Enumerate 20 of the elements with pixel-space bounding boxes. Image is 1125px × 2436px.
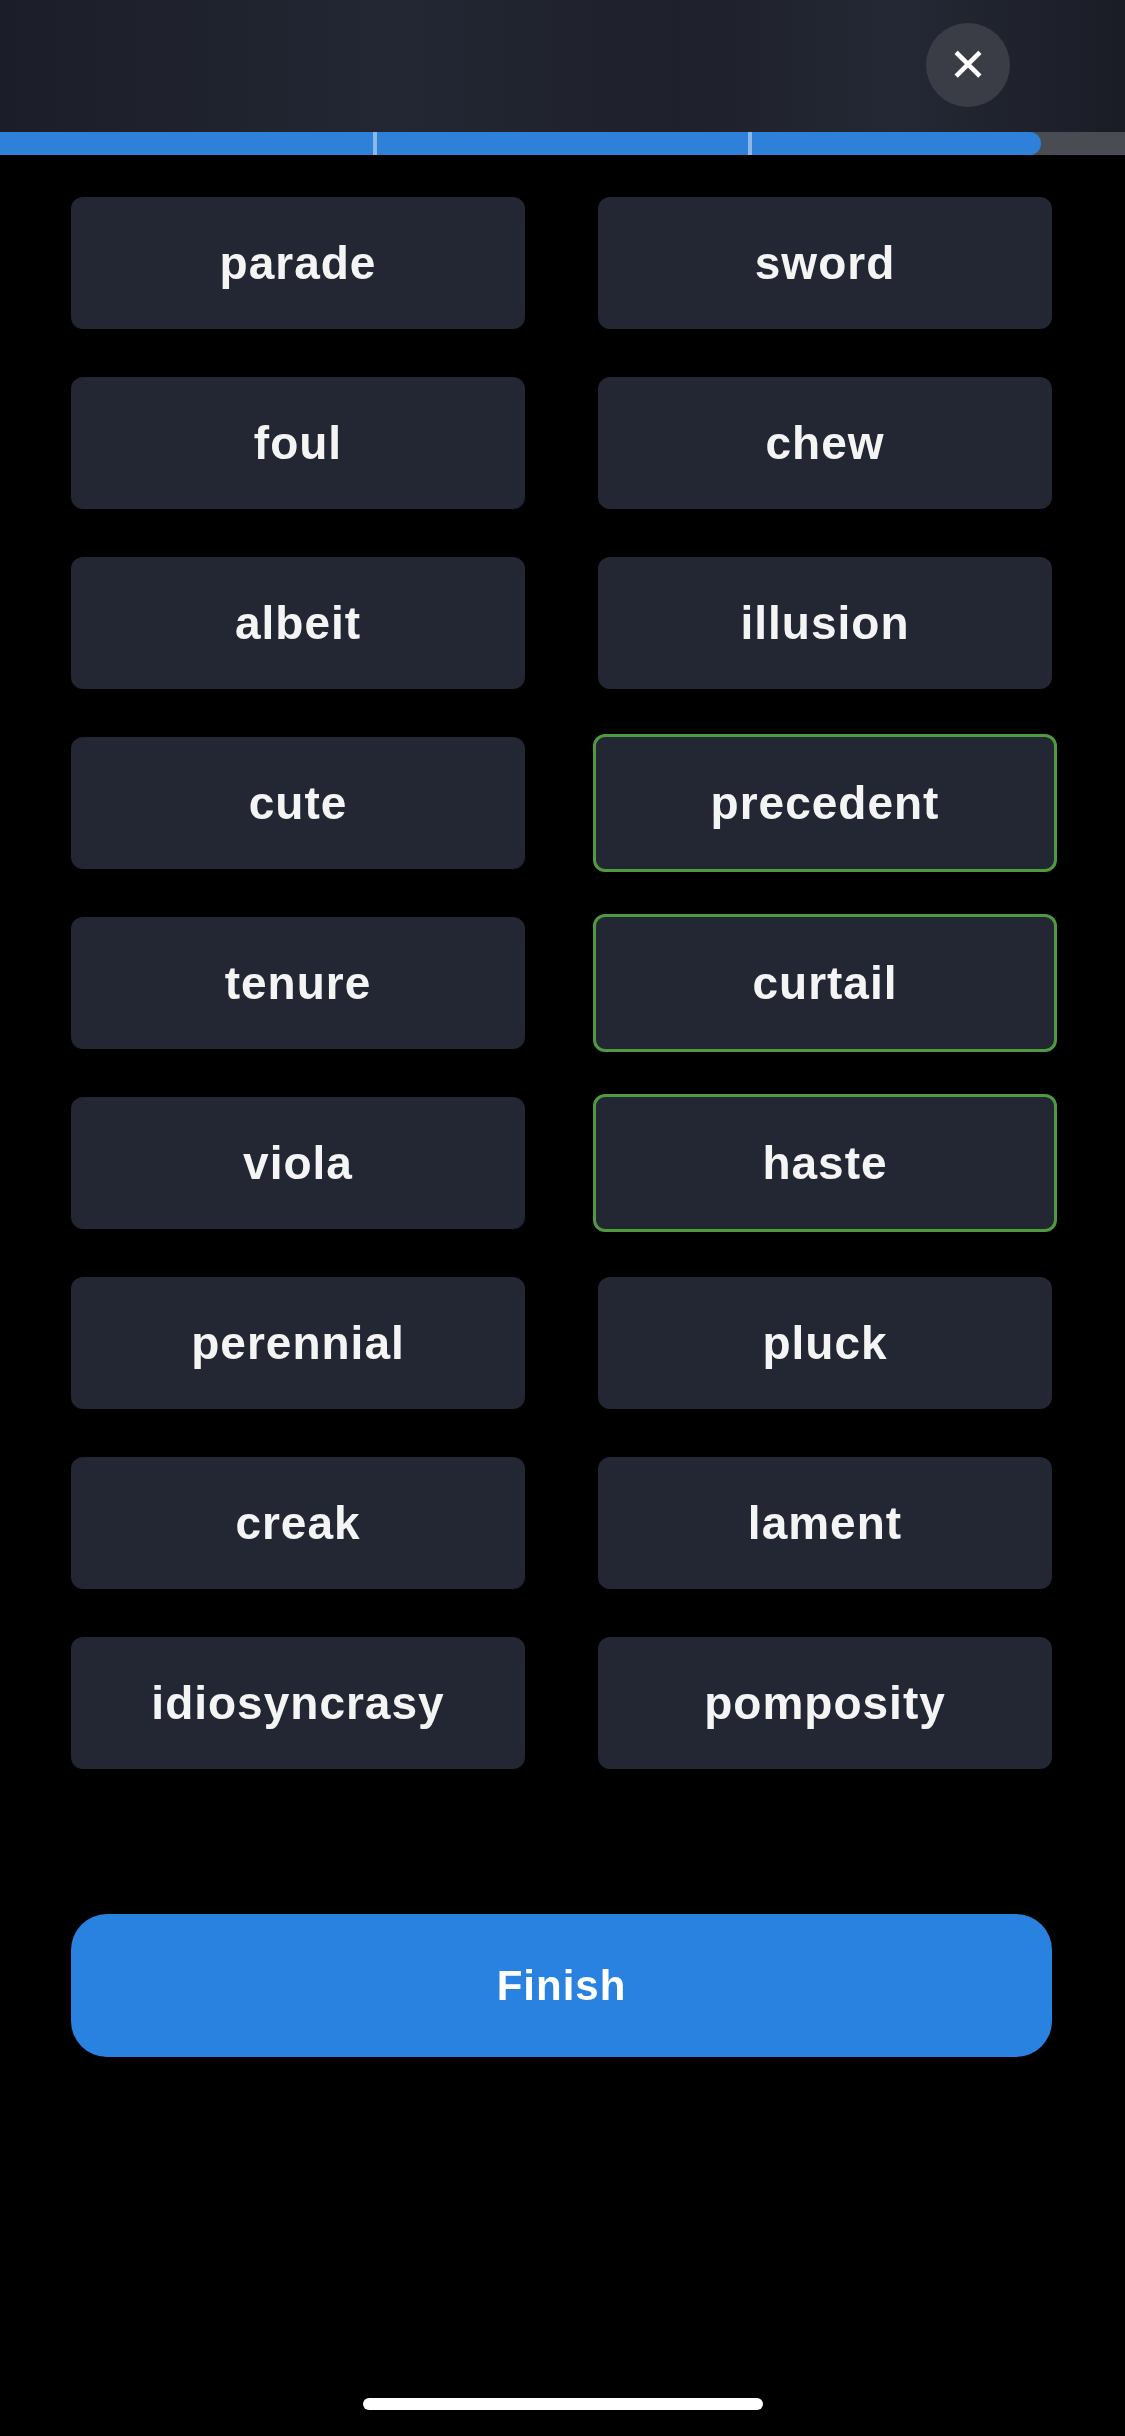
close-button[interactable]: ✕	[926, 23, 1010, 107]
word-card[interactable]: albeit	[71, 557, 525, 689]
word-card[interactable]: tenure	[71, 917, 525, 1049]
word-card[interactable]: cute	[71, 737, 525, 869]
word-card[interactable]: sword	[598, 197, 1052, 329]
word-card[interactable]: lament	[598, 1457, 1052, 1589]
word-card[interactable]: curtail	[593, 914, 1057, 1052]
finish-button[interactable]: Finish	[71, 1914, 1052, 2057]
word-card[interactable]: idiosyncrasy	[71, 1637, 525, 1769]
word-card[interactable]: chew	[598, 377, 1052, 509]
word-card[interactable]: perennial	[71, 1277, 525, 1409]
word-card[interactable]: pluck	[598, 1277, 1052, 1409]
word-card[interactable]: foul	[71, 377, 525, 509]
word-card[interactable]: viola	[71, 1097, 525, 1229]
word-card[interactable]: haste	[593, 1094, 1057, 1232]
word-card[interactable]: parade	[71, 197, 525, 329]
word-card[interactable]: precedent	[593, 734, 1057, 872]
word-card[interactable]: pomposity	[598, 1637, 1052, 1769]
word-card[interactable]: creak	[71, 1457, 525, 1589]
word-card[interactable]: illusion	[598, 557, 1052, 689]
